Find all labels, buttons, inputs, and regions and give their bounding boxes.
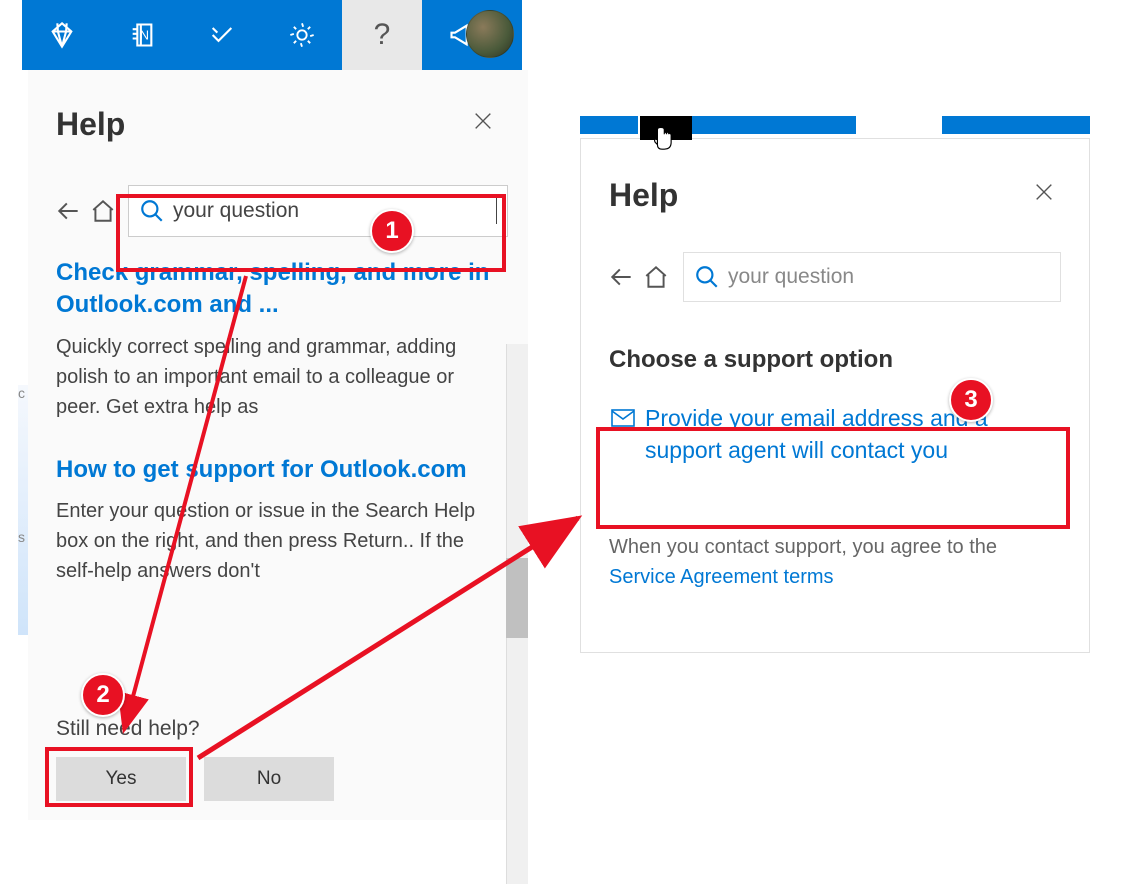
search-icon xyxy=(139,198,165,224)
close-icon[interactable] xyxy=(466,104,500,145)
close-icon[interactable] xyxy=(1027,175,1061,216)
help-title: Help xyxy=(609,177,678,214)
background-fragment: cs xyxy=(18,385,28,635)
svg-text:N: N xyxy=(140,28,149,43)
results-area: Check grammar, spelling, and more in Out… xyxy=(28,247,528,677)
home-icon[interactable] xyxy=(90,198,116,224)
terms-link[interactable]: Service Agreement terms xyxy=(609,566,834,588)
user-avatar[interactable] xyxy=(466,10,514,58)
search-input[interactable] xyxy=(165,199,498,223)
yes-button[interactable]: Yes xyxy=(56,757,186,801)
todo-icon[interactable] xyxy=(182,0,262,70)
search-box[interactable] xyxy=(128,185,508,237)
settings-gear-icon[interactable] xyxy=(262,0,342,70)
support-option-email[interactable]: Provide your email address and a support… xyxy=(581,392,1089,476)
mail-icon xyxy=(611,407,635,429)
terms-text: When you contact support, you agree to t… xyxy=(581,476,1089,612)
terms-prefix: When you contact support, you agree to t… xyxy=(609,536,997,558)
result-title: How to get support for Outlook.com xyxy=(56,454,500,486)
search-nav-row xyxy=(28,165,528,247)
search-icon xyxy=(694,264,720,290)
help-panel: Help Check grammar, spelling, and more i… xyxy=(28,70,528,820)
help-question-icon[interactable]: ? xyxy=(342,0,422,70)
left-help-panel: N ? Help xyxy=(28,0,528,820)
right-topbar-decor xyxy=(580,116,1090,138)
result-item[interactable]: How to get support for Outlook.com Enter… xyxy=(56,454,500,586)
app-top-bar: N ? xyxy=(22,0,522,70)
result-title: Check grammar, spelling, and more in Out… xyxy=(56,257,500,322)
still-need-help-section: Still need help? Yes No xyxy=(28,717,528,801)
back-arrow-icon[interactable] xyxy=(56,198,82,224)
result-description: Quickly correct spelling and grammar, ad… xyxy=(56,332,500,422)
back-arrow-icon[interactable] xyxy=(609,264,635,290)
right-help-panel: Help your question Choose a support opti… xyxy=(580,116,1090,653)
search-nav-row: your question xyxy=(581,236,1089,312)
help-support-panel: Help your question Choose a support opti… xyxy=(580,138,1090,653)
home-icon[interactable] xyxy=(643,264,669,290)
search-placeholder: your question xyxy=(720,265,854,289)
search-box[interactable]: your question xyxy=(683,252,1061,302)
notes-icon[interactable]: N xyxy=(102,0,182,70)
diamond-icon[interactable] xyxy=(22,0,102,70)
help-header: Help xyxy=(28,70,528,165)
support-option-text: Provide your email address and a support… xyxy=(645,402,1055,466)
support-heading: Choose a support option xyxy=(581,312,1089,392)
help-title: Help xyxy=(56,106,125,143)
no-button[interactable]: No xyxy=(204,757,334,801)
result-description: Enter your question or issue in the Sear… xyxy=(56,496,500,586)
cursor-pointer-icon xyxy=(648,124,676,156)
still-need-help-label: Still need help? xyxy=(56,717,500,741)
button-row: Yes No xyxy=(56,757,500,801)
result-item[interactable]: Check grammar, spelling, and more in Out… xyxy=(56,257,500,422)
